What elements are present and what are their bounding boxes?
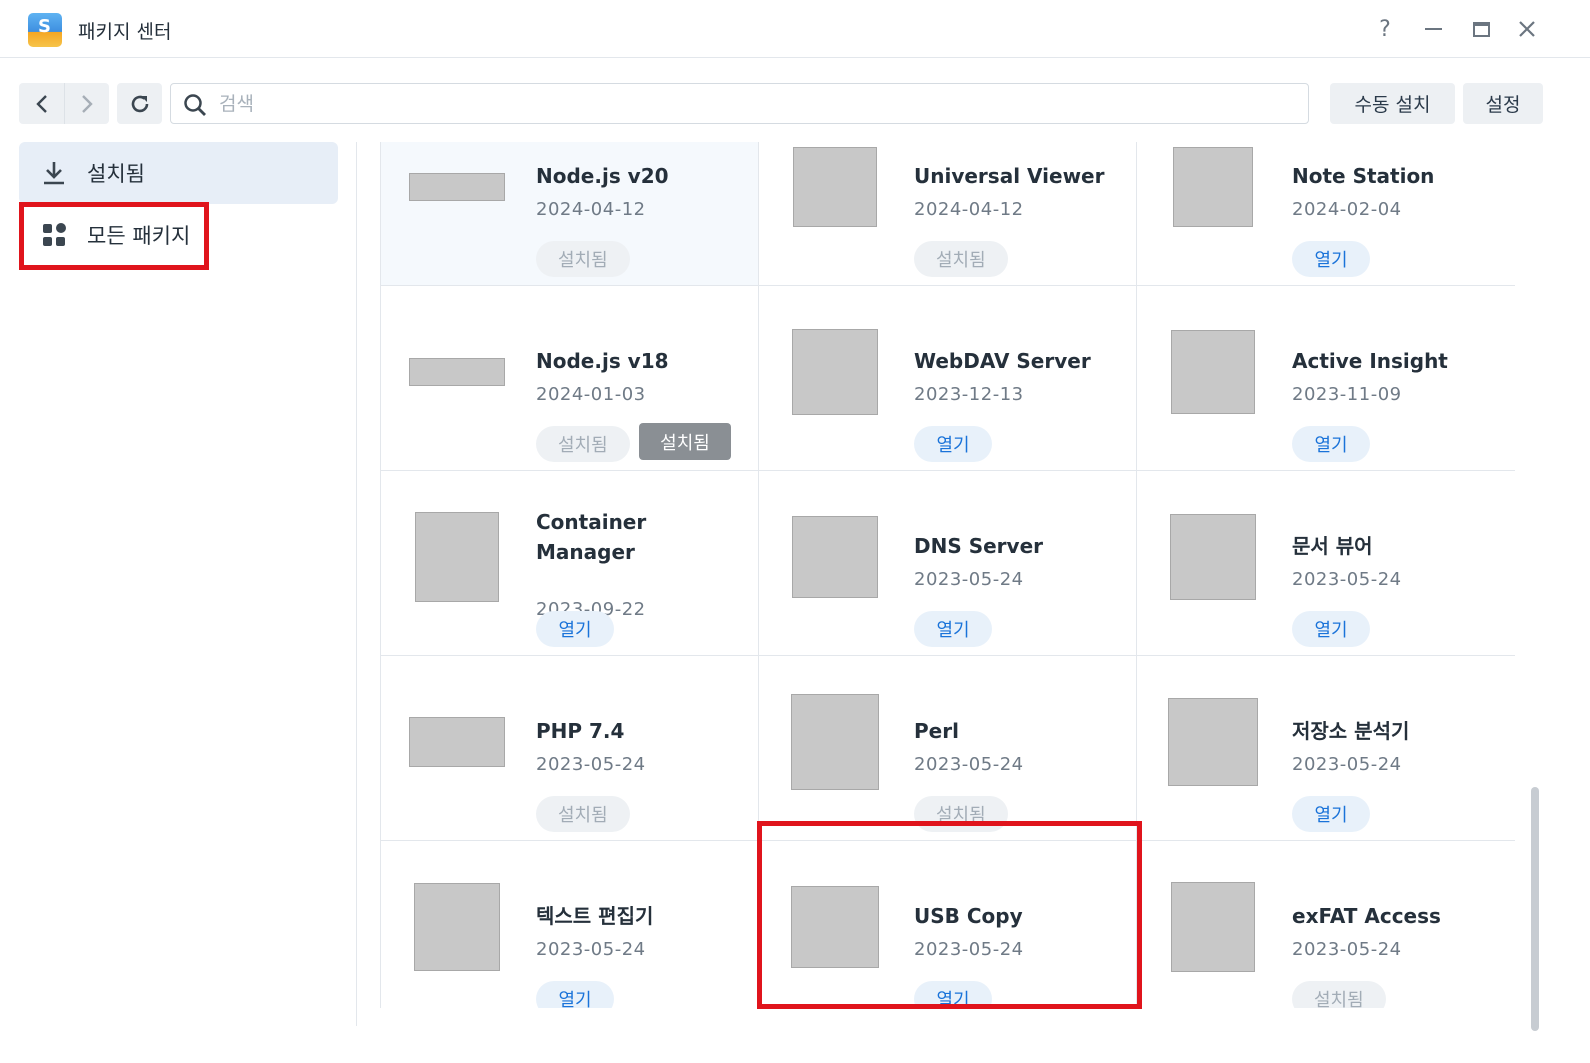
package-date: 2024-04-12: [914, 199, 1024, 220]
sidebar-divider: [356, 142, 357, 1026]
open-button[interactable]: 열기: [1292, 611, 1370, 647]
title-bar: 패키지 센터 ?: [0, 0, 1590, 58]
package-name: Perl: [914, 719, 959, 743]
container-manager-icon: [409, 509, 505, 605]
nav-buttons: [19, 83, 109, 124]
package-date: 2023-05-24: [1292, 754, 1402, 775]
document-viewer-icon: [1165, 509, 1261, 605]
package-card[interactable]: 텍스트 편집기 2023-05-24 열기: [381, 841, 759, 1008]
package-name: 문서 뷰어: [1292, 534, 1373, 558]
package-name: Container Manager: [536, 510, 647, 564]
close-icon[interactable]: [1512, 14, 1542, 44]
exfat-icon: [1165, 879, 1261, 975]
refresh-button[interactable]: [117, 83, 162, 124]
highlight-box: [19, 202, 209, 270]
search-icon: [183, 93, 207, 117]
package-card[interactable]: Perl 2023-05-24 설치됨: [759, 656, 1137, 841]
chevron-right-icon: [82, 94, 93, 113]
package-name: Universal Viewer: [914, 164, 1105, 188]
package-card[interactable]: PHP 7.4 2023-05-24 설치됨: [381, 656, 759, 841]
package-card[interactable]: Container Manager 2023-09-22 열기: [381, 471, 759, 656]
text-editor-icon: [409, 879, 505, 975]
package-date: 2024-02-04: [1292, 199, 1402, 220]
installed-button[interactable]: 설치됨: [536, 241, 630, 277]
chevron-left-icon: [35, 94, 47, 113]
package-name: 저장소 분석기: [1292, 719, 1410, 743]
nodejs-logo: [409, 324, 505, 420]
package-date: 2023-05-24: [536, 939, 646, 960]
help-icon[interactable]: ?: [1370, 14, 1400, 44]
package-date: 2023-05-24: [1292, 569, 1402, 590]
active-insight-icon: [1165, 324, 1261, 420]
highlight-box: [757, 821, 1142, 1009]
package-date: 2023-05-24: [914, 754, 1024, 775]
package-date: 2023-05-24: [1292, 939, 1402, 960]
package-card[interactable]: Note Station 2024-02-04 열기: [1137, 142, 1515, 286]
open-button[interactable]: 열기: [1292, 426, 1370, 462]
back-button[interactable]: [19, 83, 64, 124]
open-button[interactable]: 열기: [536, 611, 614, 647]
storage-analyzer-icon: [1165, 694, 1261, 790]
settings-button[interactable]: 설정: [1463, 83, 1543, 124]
sidebar-item-installed[interactable]: 설치됨: [19, 142, 338, 204]
manual-install-button[interactable]: 수동 설치: [1330, 83, 1455, 124]
installed-button[interactable]: 설치됨: [1292, 981, 1386, 1008]
window-title: 패키지 센터: [78, 21, 172, 43]
package-card[interactable]: 저장소 분석기 2023-05-24 열기: [1137, 656, 1515, 841]
package-name: PHP 7.4: [536, 719, 625, 743]
open-button[interactable]: 열기: [914, 426, 992, 462]
download-icon: [39, 158, 69, 188]
package-name: DNS Server: [914, 534, 1044, 558]
package-name: Note Station: [1292, 164, 1435, 188]
php-logo: [409, 694, 505, 790]
package-date: 2024-01-03: [536, 384, 646, 405]
scrollbar[interactable]: [1531, 787, 1539, 1031]
package-name: 텍스트 편집기: [536, 904, 654, 928]
dns-server-icon: [787, 509, 883, 605]
note-station-icon: [1165, 142, 1261, 235]
package-card[interactable]: WebDAV Server 2023-12-13 열기: [759, 286, 1137, 471]
minimize-icon[interactable]: [1418, 14, 1448, 44]
package-date: 2024-04-12: [536, 199, 646, 220]
package-card[interactable]: Universal Viewer 2024-04-12 설치됨: [759, 142, 1137, 286]
package-center-icon: [28, 13, 62, 47]
package-date: 2023-11-09: [1292, 384, 1402, 405]
package-date: 2023-05-24: [914, 569, 1024, 590]
open-button[interactable]: 열기: [1292, 796, 1370, 832]
package-card[interactable]: Active Insight 2023-11-09 열기: [1137, 286, 1515, 471]
package-name: exFAT Access: [1292, 904, 1441, 928]
perl-camel-icon: [787, 694, 883, 790]
search-input[interactable]: [219, 89, 1289, 119]
webdav-icon: [787, 324, 883, 420]
tooltip: 설치됨: [639, 423, 731, 460]
package-name: WebDAV Server: [914, 349, 1091, 373]
installed-button[interactable]: 설치됨: [536, 796, 630, 832]
open-button[interactable]: 열기: [914, 611, 992, 647]
package-card[interactable]: 문서 뷰어 2023-05-24 열기: [1137, 471, 1515, 656]
sidebar-item-label: 설치됨: [87, 162, 145, 186]
package-name: Node.js v20: [536, 164, 669, 188]
package-name: Node.js v18: [536, 349, 669, 373]
forward-button[interactable]: [64, 83, 109, 124]
installed-button[interactable]: 설치됨: [536, 426, 630, 462]
open-button[interactable]: 열기: [1292, 241, 1370, 277]
package-card[interactable]: Node.js v20 2024-04-12 설치됨: [381, 142, 759, 286]
search-field[interactable]: [170, 83, 1309, 124]
package-card[interactable]: exFAT Access 2023-05-24 설치됨: [1137, 841, 1515, 1008]
package-date: 2023-05-24: [536, 754, 646, 775]
open-button[interactable]: 열기: [536, 981, 614, 1008]
universal-viewer-icon: [787, 142, 883, 235]
package-card[interactable]: DNS Server 2023-05-24 열기: [759, 471, 1137, 656]
package-name: Active Insight: [1292, 349, 1448, 373]
maximize-icon[interactable]: [1466, 14, 1496, 44]
refresh-icon: [131, 95, 148, 112]
nodejs-logo: [409, 142, 505, 235]
package-date: 2023-12-13: [914, 384, 1024, 405]
installed-button[interactable]: 설치됨: [914, 241, 1008, 277]
